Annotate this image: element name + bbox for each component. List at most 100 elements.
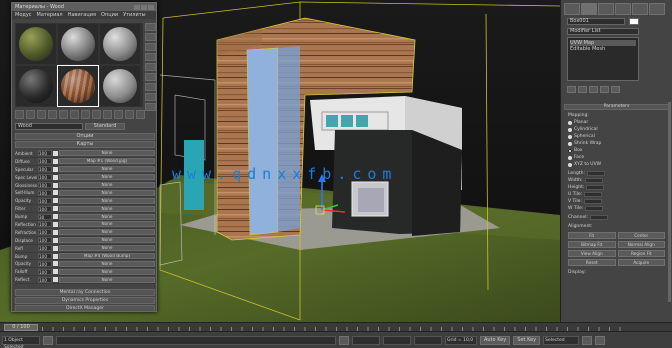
map-amount[interactable]: 100 — [38, 174, 52, 181]
modifier-list-dropdown[interactable]: Modifier List — [567, 28, 639, 35]
create-tab-icon[interactable] — [564, 3, 580, 15]
reset-button[interactable]: Reset — [568, 259, 616, 266]
x-coordinate-field[interactable] — [352, 335, 380, 345]
map-amount[interactable]: 100 — [38, 276, 52, 283]
map-enable-checkbox[interactable] — [53, 221, 58, 227]
map-button[interactable]: None — [59, 229, 155, 236]
menu-item[interactable]: Опции — [101, 12, 118, 18]
auto-key-button[interactable]: Auto Key — [480, 335, 511, 345]
minimize-button[interactable] — [134, 4, 140, 10]
map-button[interactable]: None — [59, 189, 155, 196]
modify-tab-icon[interactable] — [581, 3, 597, 15]
mapping-option[interactable]: Spherical — [564, 133, 669, 140]
make-unique-icon[interactable] — [589, 86, 598, 93]
rollout-dynamics[interactable]: Dynamics Properties — [15, 297, 155, 304]
fit-button[interactable]: Fit — [568, 232, 616, 239]
map-button[interactable]: None — [59, 221, 155, 228]
width-spinner[interactable] — [584, 178, 603, 183]
assign-to-selection-icon[interactable] — [37, 110, 46, 119]
map-enable-checkbox[interactable] — [53, 198, 58, 204]
rollout-maps[interactable]: Карты — [15, 141, 155, 148]
map-amount[interactable]: 100 — [38, 197, 52, 204]
z-coordinate-field[interactable] — [414, 335, 442, 345]
make-unique-icon[interactable] — [70, 110, 79, 119]
maxscript-listener[interactable]: 1 Object Selected — [2, 335, 40, 348]
map-button[interactable]: None — [59, 245, 155, 252]
sample-slot[interactable] — [16, 66, 56, 106]
parameters-rollout-header[interactable]: Parameters — [564, 104, 669, 110]
reset-map-icon[interactable] — [48, 110, 57, 119]
w-tile-spinner[interactable] — [585, 206, 604, 211]
normal-align-button[interactable]: Normal Align — [617, 241, 665, 248]
maximize-button[interactable] — [141, 4, 147, 10]
object-name-field[interactable]: Box001 — [567, 18, 625, 25]
copy-material-icon[interactable] — [59, 110, 68, 119]
map-button[interactable]: Map #1 (Wood.jpg) — [59, 158, 155, 165]
zoom-icon[interactable] — [595, 335, 606, 345]
show-end-result-icon[interactable] — [578, 86, 587, 93]
menu-item[interactable]: Материал — [37, 12, 63, 18]
center-button[interactable]: Center — [617, 232, 665, 239]
y-coordinate-field[interactable] — [383, 335, 411, 345]
map-enable-checkbox[interactable] — [53, 229, 58, 235]
map-button[interactable]: None — [59, 205, 155, 212]
material-editor-window[interactable]: Материалы - Wood Модус Материал Навигаци… — [11, 2, 157, 312]
map-button[interactable]: None — [59, 268, 155, 275]
map-enable-checkbox[interactable] — [53, 206, 58, 212]
map-amount[interactable]: 100 — [38, 253, 52, 260]
map-amount[interactable]: 100 — [38, 158, 52, 165]
lock-selection-icon[interactable] — [43, 335, 53, 345]
menu-item[interactable]: Утилиты — [123, 12, 146, 18]
sample-slot[interactable] — [58, 24, 98, 64]
map-button[interactable]: None — [59, 150, 155, 157]
put-to-scene-icon[interactable] — [26, 110, 35, 119]
put-to-library-icon[interactable] — [81, 110, 90, 119]
sample-slot-active[interactable] — [57, 65, 99, 107]
map-button[interactable]: Map #4 (Wood Bump) — [59, 253, 155, 260]
pin-stack-icon[interactable] — [567, 86, 576, 93]
remove-modifier-icon[interactable] — [600, 86, 609, 93]
map-enable-checkbox[interactable] — [53, 269, 58, 275]
map-amount[interactable]: 100 — [38, 166, 52, 173]
map-button[interactable]: None — [59, 213, 155, 220]
map-enable-checkbox[interactable] — [53, 261, 58, 267]
hierarchy-tab-icon[interactable] — [598, 3, 614, 15]
mapping-option[interactable]: Planar — [564, 119, 669, 126]
material-type-button[interactable]: Standard — [85, 122, 125, 130]
map-amount[interactable]: 100 — [38, 245, 52, 252]
playback-icon[interactable] — [582, 335, 593, 345]
display-tab-icon[interactable] — [632, 3, 648, 15]
channel-spinner[interactable] — [590, 215, 608, 220]
background-icon[interactable] — [145, 43, 156, 51]
map-enable-checkbox[interactable] — [53, 166, 58, 172]
sample-slot[interactable] — [16, 24, 56, 64]
configure-sets-icon[interactable] — [611, 86, 620, 93]
map-button[interactable]: None — [59, 166, 155, 173]
time-slider[interactable]: 0 / 100 — [4, 324, 38, 331]
sample-slot[interactable] — [100, 66, 140, 106]
mapping-option[interactable]: Cylindrical — [564, 126, 669, 133]
mapping-option[interactable]: Box — [564, 147, 669, 154]
map-amount[interactable]: 100 — [38, 182, 52, 188]
go-to-parent-icon[interactable] — [125, 110, 134, 119]
map-amount[interactable]: 30 — [38, 213, 52, 220]
map-button[interactable]: None — [59, 197, 155, 204]
mapping-option[interactable]: XYZ to UVW — [564, 161, 669, 168]
acquire-button[interactable]: Acquire — [617, 259, 665, 266]
material-editor-titlebar[interactable]: Материалы - Wood — [12, 3, 156, 11]
map-button[interactable]: None — [59, 182, 155, 188]
sample-type-icon[interactable] — [145, 23, 156, 31]
material-id-icon[interactable] — [92, 110, 101, 119]
video-color-check-icon[interactable] — [145, 63, 156, 71]
go-forward-icon[interactable] — [136, 110, 145, 119]
region-fit-button[interactable]: Region Fit — [617, 250, 665, 257]
rollout-mental-ray[interactable]: Mental ray Connection — [15, 289, 155, 296]
rollout-directx[interactable]: DirectX Manager — [15, 305, 155, 312]
mapping-option[interactable]: Shrink Wrap — [564, 140, 669, 147]
object-color-swatch[interactable] — [629, 18, 639, 25]
view-align-button[interactable]: View Align — [568, 250, 616, 257]
key-filter-dropdown[interactable]: Selected — [543, 335, 580, 345]
map-button[interactable]: None — [59, 260, 155, 267]
utilities-tab-icon[interactable] — [649, 3, 665, 15]
map-enable-checkbox[interactable] — [53, 150, 58, 156]
